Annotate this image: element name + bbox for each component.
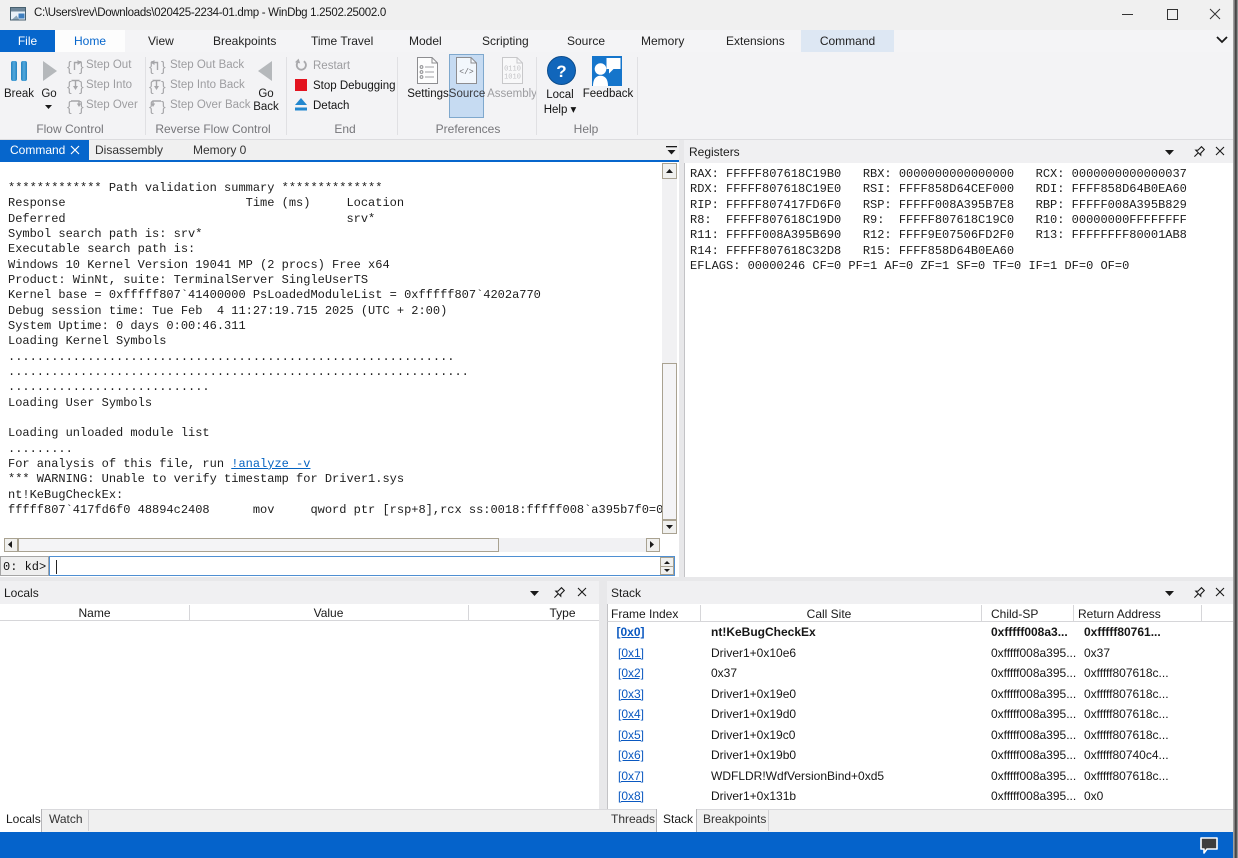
svg-text:?: ? bbox=[556, 62, 566, 81]
svg-text:}: } bbox=[161, 78, 166, 94]
svg-text:{: { bbox=[149, 98, 154, 114]
svg-text:{: { bbox=[67, 78, 72, 94]
svg-text:{: { bbox=[67, 58, 72, 74]
svg-text:1010: 1010 bbox=[504, 74, 521, 82]
svg-text:}: } bbox=[79, 98, 84, 114]
svg-text:0110: 0110 bbox=[504, 66, 521, 74]
svg-text:}: } bbox=[79, 78, 84, 94]
svg-text:{: { bbox=[149, 78, 154, 94]
svg-text:{: { bbox=[149, 58, 154, 74]
svg-text:}: } bbox=[161, 98, 166, 114]
svg-text:}: } bbox=[161, 58, 166, 74]
svg-text:</>: </> bbox=[459, 68, 474, 77]
svg-text:}: } bbox=[79, 58, 84, 74]
